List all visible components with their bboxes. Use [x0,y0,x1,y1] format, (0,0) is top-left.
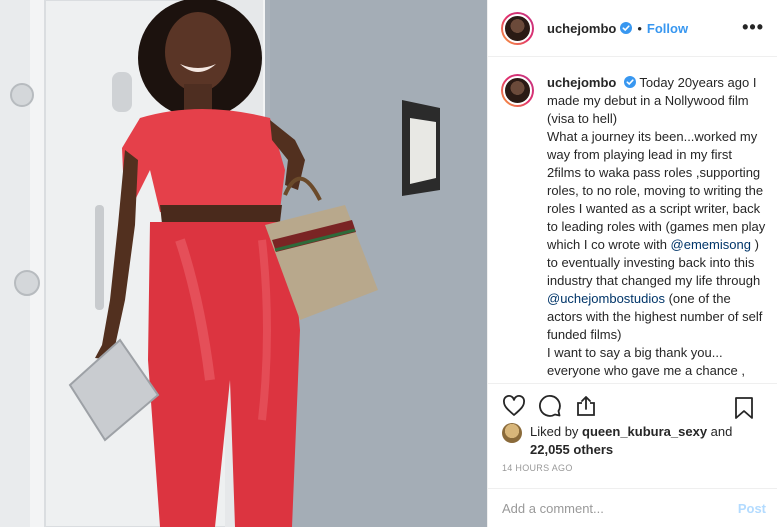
author-username[interactable]: uchejombo [547,21,616,36]
liker-username[interactable]: queen_kubura_sexy [582,424,707,439]
post-sidebar: uchejombo • Follow ••• uchejombo Today 2… [487,0,777,527]
mention-ememisong[interactable]: @ememisong [671,237,751,252]
mention-uchejombostudios[interactable]: @uchejombostudios [547,291,665,306]
liker-avatar[interactable] [502,423,522,443]
post-header: uchejombo • Follow ••• [488,0,777,57]
action-bar [488,383,777,428]
follow-button[interactable]: Follow [647,21,688,36]
post-photo[interactable] [0,0,487,527]
post-timestamp[interactable]: 14 HOURS AGO [502,463,573,473]
share-button[interactable] [572,392,600,420]
post-comment-button[interactable]: Post [738,501,766,516]
bookmark-icon [735,397,753,419]
comment-bar: Post [488,488,777,527]
caption-text: uchejombo Today 20years ago I made my de… [547,74,766,383]
caption: uchejombo Today 20years ago I made my de… [488,57,777,383]
comment-icon [539,395,561,417]
caption-username[interactable]: uchejombo [547,75,616,90]
verified-badge-icon [623,76,636,88]
save-button[interactable] [730,394,758,422]
separator-dot: • [637,20,642,36]
likes-prefix: Liked by [530,424,583,439]
caption-line-5: I want to say a big thank you... everyon… [547,345,752,383]
likes-summary: Liked by queen_kubura_sexy and 22,055 ot… [502,423,767,459]
author-avatar[interactable] [501,11,534,45]
post-image [0,0,487,527]
likes-text: Liked by queen_kubura_sexy and 22,055 ot… [530,423,732,459]
likes-and: and [707,424,733,439]
verified-badge-icon [620,22,633,34]
caption-line-2: What a journey its been...worked my way … [547,129,766,252]
more-options-icon[interactable]: ••• [742,17,764,38]
comment-input[interactable] [502,500,738,516]
heart-icon [503,395,525,416]
likes-count[interactable]: 22,055 others [530,442,613,457]
comment-button[interactable] [536,392,564,420]
like-button[interactable] [500,392,528,420]
share-icon [577,396,595,416]
caption-avatar[interactable] [501,74,534,107]
